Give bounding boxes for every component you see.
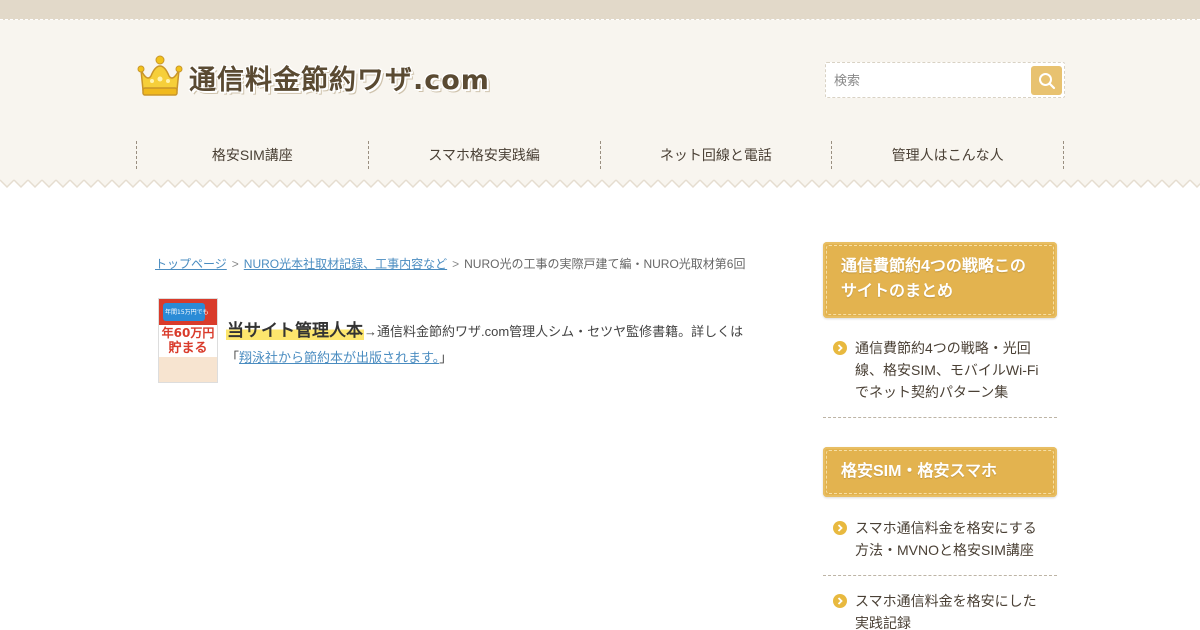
sidebar-heading-kakuyasu-sim: 格安SIM・格安スマホ bbox=[823, 447, 1057, 497]
sidebar-link-mvno-course[interactable]: スマホ通信料金を格安にする方法・MVNOと格安SIM講座 bbox=[823, 517, 1057, 576]
chevron-right-icon bbox=[833, 521, 847, 535]
crown-icon bbox=[137, 55, 183, 96]
logo-text: 通信料金節約ワザ.com bbox=[189, 64, 490, 96]
book-cover-image[interactable]: 年間15万円でも 年60万円 貯まる bbox=[158, 298, 218, 383]
breadcrumb-current: NURO光の工事の実際戸建て編・NURO光取材第6回 bbox=[464, 257, 746, 271]
promo-highlight: 当サイト管理人本 bbox=[226, 321, 364, 340]
promo-close-quote: 」 bbox=[439, 350, 453, 365]
promo-arrow: → bbox=[364, 324, 377, 339]
breadcrumb-separator: > bbox=[231, 257, 239, 271]
sidebar-link-label: スマホ通信料金を格安にした実践記録 bbox=[855, 593, 1037, 630]
breadcrumb: トップページ > NURO光本社取材記録、工事内容など > NURO光の工事の実際戸建て… bbox=[155, 255, 775, 272]
nav-item-about-admin[interactable]: 管理人はこんな人 bbox=[832, 141, 1064, 169]
site-logo[interactable]: 通信料金節約ワザ.com bbox=[137, 52, 490, 102]
sidebar-link-label: スマホ通信料金を格安にする方法・MVNOと格安SIM講座 bbox=[855, 520, 1037, 558]
book-cover-title-line2: 貯まる bbox=[168, 341, 208, 356]
promo-description: 通信料金節約ワザ.com管理人シム・セツヤ監修書籍。詳しくは bbox=[377, 324, 744, 339]
book-cover-header: 年間15万円でも bbox=[159, 299, 217, 325]
chevron-right-icon bbox=[833, 594, 847, 608]
nav-item-smartphone-practice[interactable]: スマホ格安実践編 bbox=[369, 141, 601, 169]
search-box bbox=[825, 62, 1065, 98]
sidebar-link-label: 通信費節約4つの戦略・光回線、格安SIM、モバイルWi-Fiでネット契約パターン… bbox=[855, 340, 1039, 400]
chevron-right-icon bbox=[833, 341, 847, 355]
promo-open-quote: 「 bbox=[226, 350, 240, 365]
book-cover-footer bbox=[159, 357, 217, 382]
sidebar-link-strategy-summary[interactable]: 通信費節約4つの戦略・光回線、格安SIM、モバイルWi-Fiでネット契約パターン… bbox=[823, 337, 1057, 418]
breadcrumb-home-link[interactable]: トップページ bbox=[155, 257, 227, 271]
book-cover-title-line1: 年60万円 bbox=[161, 326, 215, 340]
header-zigzag-border bbox=[0, 178, 1200, 190]
promo-book-link[interactable]: 翔泳社から節約本が出版されます。 bbox=[239, 350, 439, 365]
book-cover-title: 年60万円 貯まる bbox=[159, 325, 217, 357]
breadcrumb-category-link[interactable]: NURO光本社取材記録、工事内容など bbox=[244, 257, 447, 271]
breadcrumb-separator: > bbox=[452, 257, 460, 271]
nav-item-net-and-phone[interactable]: ネット回線と電話 bbox=[601, 141, 833, 169]
top-strip bbox=[0, 0, 1200, 20]
nav-item-kakuyasu-sim[interactable]: 格安SIM講座 bbox=[137, 141, 369, 169]
search-input[interactable] bbox=[826, 63, 1026, 97]
sidebar-heading-strategy: 通信費節約4つの戦略このサイトのまとめ bbox=[823, 242, 1057, 318]
search-icon bbox=[1038, 72, 1055, 89]
sidebar-link-practice-record[interactable]: スマホ通信料金を格安にした実践記録 bbox=[823, 590, 1057, 630]
book-cover-top-text: 年間15万円でも bbox=[165, 309, 209, 316]
search-button[interactable] bbox=[1031, 66, 1062, 95]
main-nav: 格安SIM講座 スマホ格安実践編 ネット回線と電話 管理人はこんな人 bbox=[136, 141, 1064, 169]
promo-text: 当サイト管理人本→通信料金節約ワザ.com管理人シム・セツヤ監修書籍。詳しくは「… bbox=[226, 318, 766, 371]
